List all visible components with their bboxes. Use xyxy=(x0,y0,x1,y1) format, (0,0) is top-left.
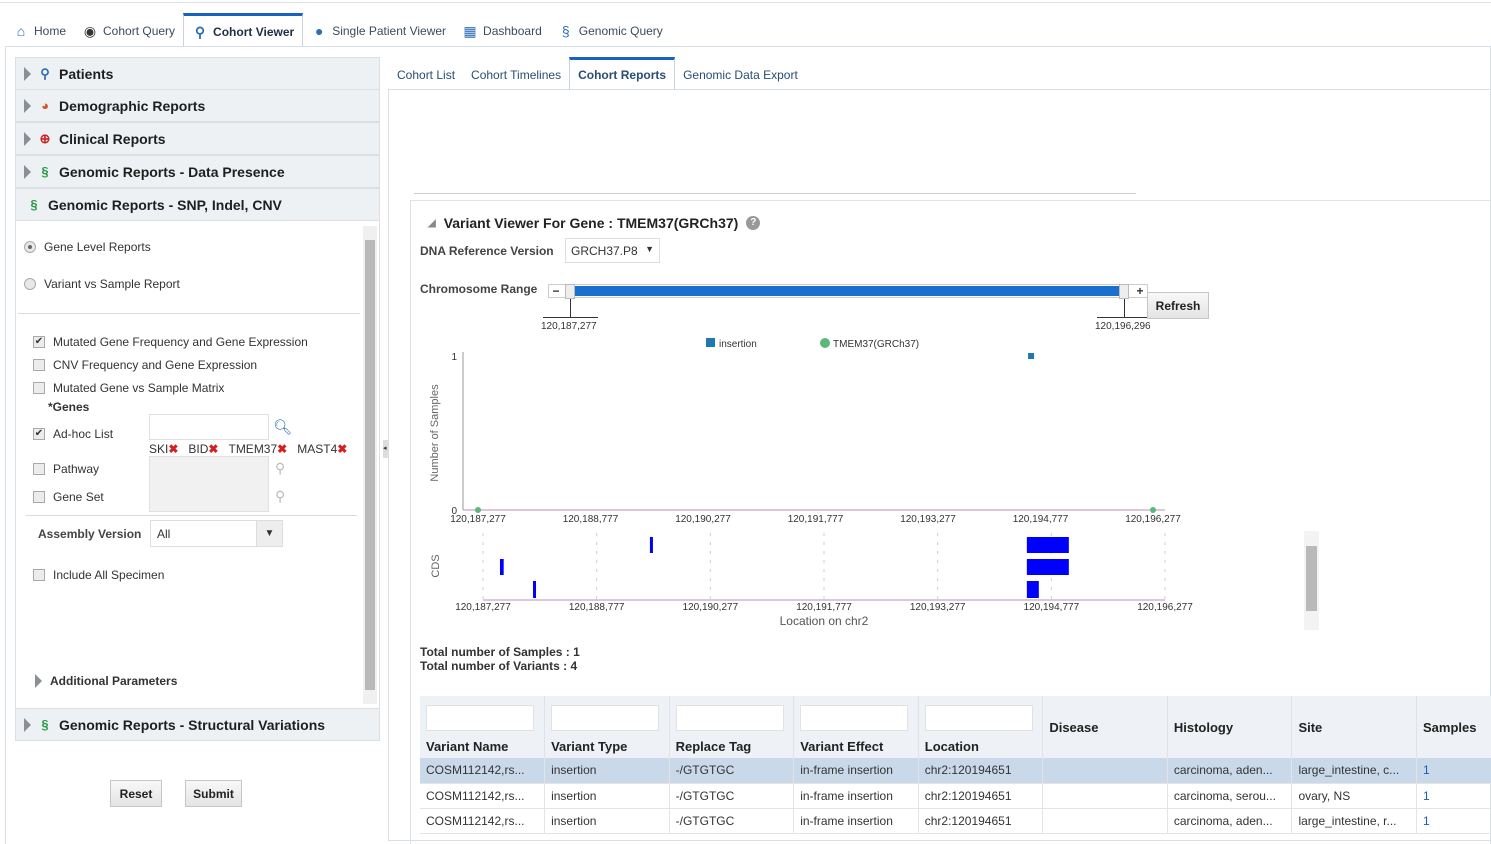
table-cell: in-frame insertion xyxy=(793,783,919,809)
chart-scrollbar[interactable] xyxy=(1304,531,1319,630)
table-cell xyxy=(1042,808,1168,834)
x-tick-label: 120,196,277 xyxy=(1125,514,1181,525)
table-cell: in-frame insertion xyxy=(793,808,919,834)
cds-axis-label: CDS xyxy=(430,554,442,577)
column-filter-input[interactable] xyxy=(800,705,909,731)
table-cell: -/GTGTGC xyxy=(669,783,795,809)
column-header[interactable]: Variant Name xyxy=(420,696,546,758)
column-filter-input[interactable] xyxy=(924,705,1033,731)
cds-x-tick-label: 120,194,777 xyxy=(1024,602,1080,613)
column-label: Samples xyxy=(1423,719,1477,735)
chart-scrollbar-thumb[interactable] xyxy=(1306,546,1317,611)
insertion-point xyxy=(1028,353,1035,359)
column-label: Histology xyxy=(1173,719,1234,735)
column-header[interactable]: Site xyxy=(1291,696,1417,758)
table-cell: chr2:120194651 xyxy=(918,758,1044,784)
column-header[interactable]: Disease xyxy=(1042,696,1168,758)
table-cell xyxy=(1042,758,1168,784)
cds-x-tick-label: 120,193,277 xyxy=(910,602,966,613)
column-header[interactable]: Variant Effect xyxy=(793,696,919,758)
table-cell[interactable]: 1 xyxy=(1416,783,1491,809)
cds-segment xyxy=(499,559,504,575)
total-variants: Total number of Variants : 4 xyxy=(420,659,578,673)
cds-segment xyxy=(649,537,653,553)
table-cell: large_intestine, r... xyxy=(1291,808,1417,834)
legend-insertion-swatch xyxy=(706,338,715,347)
cds-segment xyxy=(1026,581,1039,598)
variant-table: Variant Name Variant Type Replace Tag Varia… xyxy=(420,696,1491,834)
table-cell[interactable]: 1 xyxy=(1416,758,1491,784)
table-cell: insertion xyxy=(544,808,670,834)
column-label: Disease xyxy=(1049,719,1099,735)
column-label: Variant Name xyxy=(426,739,509,754)
x-tick-label: 120,191,777 xyxy=(788,514,844,525)
y-tick-label: 1 xyxy=(451,352,457,363)
x-tick-label: 120,188,777 xyxy=(563,514,619,525)
table-cell: large_intestine, c... xyxy=(1291,758,1417,784)
cds-x-tick-label: 120,187,277 xyxy=(455,602,511,613)
table-cell[interactable]: 1 xyxy=(1416,808,1491,834)
x-tick-label: 120,187,277 xyxy=(450,514,506,525)
legend-insertion-label: insertion xyxy=(719,339,757,350)
gene-point xyxy=(475,507,481,513)
column-label: Variant Effect xyxy=(800,739,884,754)
cds-segment xyxy=(533,581,537,598)
total-samples: Total number of Samples : 1 xyxy=(420,645,580,659)
table-cell: insertion xyxy=(544,758,670,784)
table-cell: -/GTGTGC xyxy=(669,808,795,834)
cds-x-tick-label: 120,196,277 xyxy=(1137,602,1193,613)
table-cell: ovary, NS xyxy=(1291,783,1417,809)
column-label: Location xyxy=(924,739,979,754)
column-header[interactable]: Location xyxy=(918,696,1044,758)
x-tick-label: 120,194,777 xyxy=(1013,514,1069,525)
column-header[interactable]: Replace Tag xyxy=(669,696,795,758)
y-axis-label: Number of Samples xyxy=(429,384,441,482)
cds-segment xyxy=(1026,537,1069,553)
column-filter-input[interactable] xyxy=(426,705,534,731)
column-filter-input[interactable] xyxy=(675,705,784,731)
table-cell: carcinoma, serou... xyxy=(1167,783,1293,809)
table-cell: in-frame insertion xyxy=(793,758,919,784)
column-header[interactable]: Histology xyxy=(1167,696,1293,758)
table-row[interactable]: COSM112142,rs... insertion -/GTGTGC in-fram… xyxy=(420,808,1491,834)
table-cell: -/GTGTGC xyxy=(669,758,795,784)
column-label: Replace Tag xyxy=(675,739,752,754)
cds-x-tick-label: 120,190,277 xyxy=(683,602,739,613)
table-cell: COSM112142,rs... xyxy=(420,783,546,809)
table-row[interactable]: COSM112142,rs... insertion -/GTGTGC in-fram… xyxy=(420,758,1491,784)
legend-gene-swatch xyxy=(820,338,830,348)
column-header[interactable]: Samples xyxy=(1416,696,1491,758)
cds-x-tick-label: 120,191,777 xyxy=(796,602,852,613)
table-cell: carcinoma, aden... xyxy=(1167,808,1293,834)
column-header[interactable]: Variant Type xyxy=(544,696,670,758)
table-cell: chr2:120194651 xyxy=(918,808,1044,834)
cds-segment xyxy=(1026,559,1069,575)
table-cell xyxy=(1042,783,1168,809)
column-filter-input[interactable] xyxy=(551,705,660,731)
cds-x-axis-label: Location on chr2 xyxy=(780,614,869,628)
table-row[interactable]: COSM112142,rs... insertion -/GTGTGC in-fram… xyxy=(420,783,1491,809)
column-label: Site xyxy=(1298,719,1323,735)
legend-gene-label: TMEM37(GRCh37) xyxy=(833,339,919,350)
x-tick-label: 120,190,277 xyxy=(675,514,731,525)
table-cell: COSM112142,rs... xyxy=(420,758,546,784)
table-cell: carcinoma, aden... xyxy=(1167,758,1293,784)
x-tick-label: 120,193,277 xyxy=(900,514,956,525)
table-cell: COSM112142,rs... xyxy=(420,808,546,834)
table-cell: chr2:120194651 xyxy=(918,783,1044,809)
cds-x-tick-label: 120,188,777 xyxy=(569,602,625,613)
column-label: Variant Type xyxy=(551,739,628,754)
table-cell: insertion xyxy=(544,783,670,809)
gene-point xyxy=(1150,507,1156,513)
